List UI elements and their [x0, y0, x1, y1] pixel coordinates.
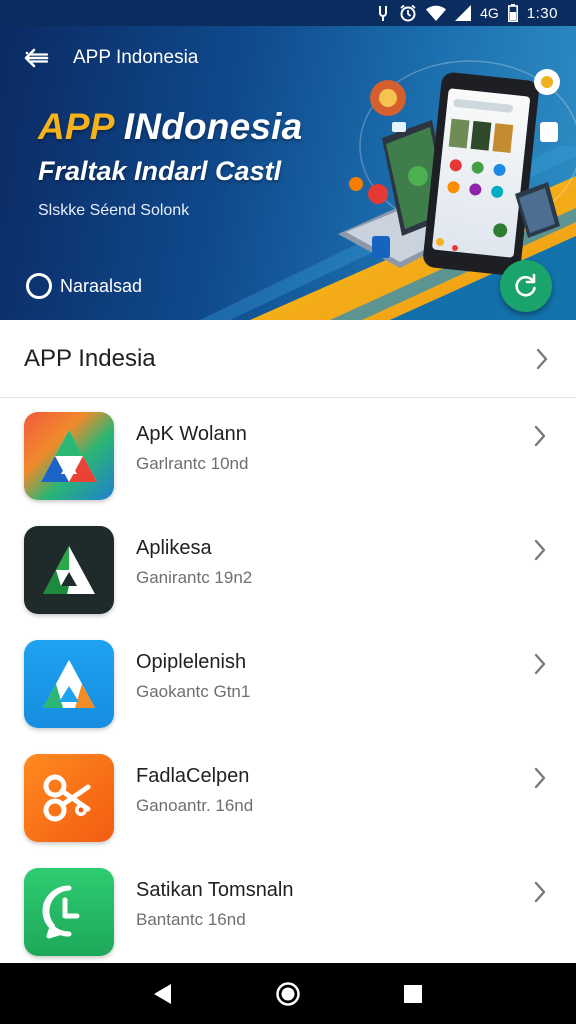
chevron-right-icon [533, 538, 547, 567]
usb-icon [376, 5, 390, 21]
system-nav-bar [0, 963, 576, 1024]
app-name: Satikan Tomsnaln [136, 879, 294, 901]
hero-banner: APP Indonesia APP INdonesia Fraltak Inda… [0, 26, 576, 320]
list-item[interactable]: Satikan Tomsnaln Bantantc 16nd [0, 856, 576, 966]
app-subtitle: Bantantc 16nd [136, 910, 246, 929]
hero-title-rest: INdonesia [113, 106, 303, 147]
hero-tagline: Slskke Séend Solonk [38, 202, 190, 219]
triangle-logo-blue-icon [24, 640, 114, 728]
app-text: ApK Wolann Garlrantc 10nd [136, 423, 248, 474]
hero-status-toggle[interactable]: Naraalsad [26, 272, 142, 300]
hero-title-accent: APP [38, 106, 114, 147]
list-item[interactable]: Aplikesa Ganirantc 19n2 [0, 514, 576, 624]
tools-icon [24, 754, 114, 842]
app-name: Aplikesa [136, 537, 212, 559]
app-text: FadlaCelpen Ganoantr. 16nd [136, 765, 253, 816]
list-item[interactable]: FadlaCelpen Ganoantr. 16nd [0, 742, 576, 852]
status-time: 1:30 [526, 4, 558, 22]
app-bar-title: APP Indonesia [73, 47, 199, 68]
back-arrow-button[interactable] [14, 40, 58, 76]
arrow-left-icon [24, 48, 49, 68]
battery-icon [507, 4, 518, 22]
signal-icon [455, 5, 472, 21]
chevron-right-icon [533, 880, 547, 909]
app-subtitle: Ganoantr. 16nd [136, 796, 254, 815]
app-subtitle: Ganirantc 19n2 [136, 568, 253, 587]
app-name: Opiplelenish [136, 651, 247, 673]
refresh-icon [515, 273, 536, 297]
chat-bubble-icon [24, 868, 114, 956]
chevron-right-icon [533, 766, 547, 795]
chevron-right-icon [533, 424, 547, 453]
triangle-logo-multicolor-icon [24, 412, 114, 500]
hero-title: APP INdonesia [38, 106, 302, 148]
chevron-right-icon [533, 652, 547, 681]
hero-status-label: Naraalsad [60, 275, 143, 296]
status-bar: 4G 1:30 [0, 0, 576, 26]
refresh-fab-button[interactable] [500, 260, 552, 312]
nav-recents-button[interactable] [391, 972, 435, 1016]
alarm-icon [399, 4, 417, 22]
app-name: ApK Wolann [136, 423, 247, 445]
recents-square-icon [404, 984, 423, 1003]
list-item[interactable]: ApK Wolann Garlrantc 10nd [0, 400, 576, 510]
wifi-icon [426, 5, 447, 21]
app-text: Opiplelenish Gaokantc Gtn1 [136, 651, 250, 702]
nav-home-button[interactable] [266, 972, 310, 1016]
back-triangle-icon [153, 983, 171, 1004]
app-text: Satikan Tomsnaln Bantantc 16nd [136, 879, 294, 930]
app-bar: APP Indonesia [0, 40, 576, 76]
section-title: APP Indesia [24, 344, 156, 372]
hero-subtitle: Fraltak Indarl Castl [38, 156, 282, 186]
app-name: FadlaCelpen [136, 765, 250, 787]
section-header-row[interactable]: APP Indesia [0, 320, 576, 398]
app-subtitle: Garlrantc 10nd [136, 454, 249, 473]
list-item[interactable]: Opiplelenish Gaokantc Gtn1 [0, 628, 576, 738]
chevron-right-icon [532, 345, 552, 373]
app-text: Aplikesa Ganirantc 19n2 [136, 537, 252, 588]
network-type-label: 4G [480, 5, 499, 21]
nav-back-button[interactable] [141, 972, 185, 1016]
ring-icon [26, 273, 52, 299]
app-subtitle: Gaokantc Gtn1 [136, 682, 251, 701]
triangle-logo-dark-icon [24, 526, 114, 614]
home-circle-icon [276, 981, 300, 1006]
